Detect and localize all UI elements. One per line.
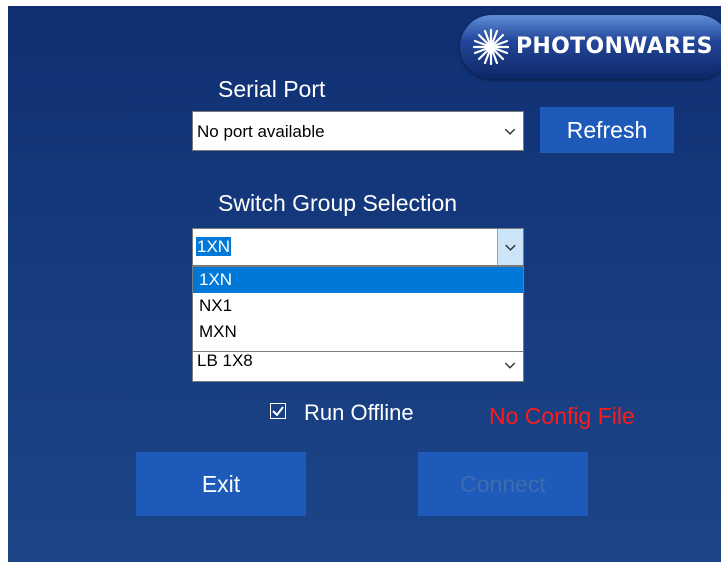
- main-window: PHOTONWARES Serial Port No port availabl…: [8, 6, 721, 562]
- star-burst-icon: [472, 28, 510, 66]
- dropdown-option-1xn[interactable]: 1XN: [193, 267, 523, 293]
- chevron-down-icon: [504, 362, 516, 369]
- run-offline-label[interactable]: Run Offline: [304, 400, 414, 426]
- refresh-button[interactable]: Refresh: [540, 107, 674, 153]
- switch-group-select[interactable]: 1XN: [192, 228, 524, 266]
- switch-group-value: 1XN: [196, 237, 232, 256]
- run-offline-checkbox[interactable]: [270, 403, 286, 419]
- photonwares-logo: PHOTONWARES: [460, 15, 721, 79]
- exit-button[interactable]: Exit: [136, 452, 306, 516]
- checkmark-icon: [272, 406, 284, 417]
- logo-text: PHOTONWARES: [516, 34, 713, 59]
- dropdown-option-nx1[interactable]: NX1: [193, 293, 523, 319]
- connect-button[interactable]: Connect: [418, 452, 588, 516]
- switch-group-dropdown: 1XN NX1 MXN: [192, 266, 524, 352]
- chevron-down-icon: [497, 229, 523, 265]
- model-value: LB 1X8: [197, 351, 253, 370]
- dropdown-option-mxn[interactable]: MXN: [193, 319, 523, 345]
- serial-port-value: No port available: [197, 122, 325, 141]
- config-status-message: No Config File: [489, 403, 635, 429]
- chevron-down-icon: [504, 128, 516, 135]
- switch-group-label: Switch Group Selection: [218, 190, 458, 216]
- serial-port-label: Serial Port: [218, 76, 326, 102]
- serial-port-select[interactable]: No port available: [192, 111, 524, 151]
